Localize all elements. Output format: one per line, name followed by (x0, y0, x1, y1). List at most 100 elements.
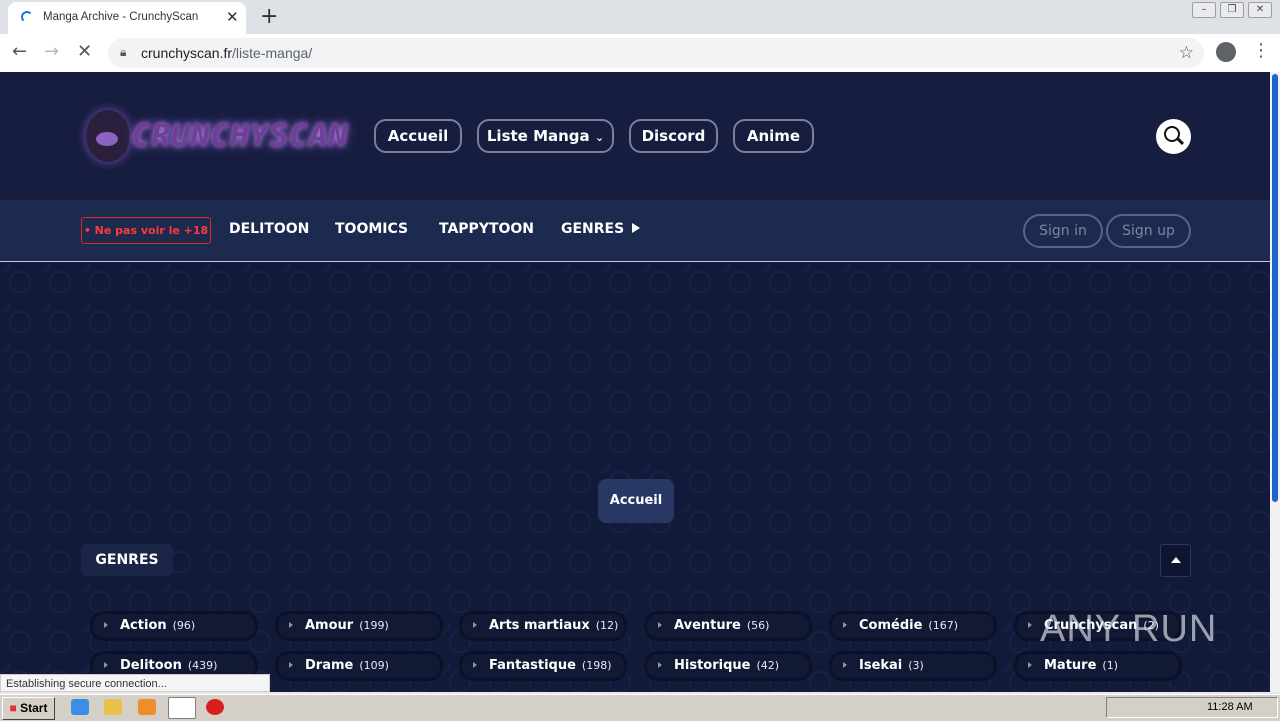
genre-name: Amour (305, 618, 354, 633)
genre-count: (109) (359, 659, 389, 672)
bookmark-star-icon[interactable]: ☆ (1179, 43, 1194, 63)
genre-item[interactable]: Aventure (56) (644, 611, 812, 641)
search-icon (1164, 126, 1180, 142)
subnav-delitoon[interactable]: DELITOON (229, 221, 309, 237)
genre-name: Mature (1044, 658, 1097, 673)
url-text[interactable]: crunchyscan.fr/liste-manga/ (141, 45, 312, 61)
clock: 11:28 AM (1207, 701, 1253, 713)
genre-item[interactable]: Mature (1) (1014, 651, 1182, 681)
caret-right-icon (658, 662, 662, 668)
genre-item[interactable]: Isekai (3) (829, 651, 997, 681)
caret-right-icon (1028, 622, 1032, 628)
browser-tab-bar: Manga Archive - CrunchyScan ✕ + – ❐ ✕ (0, 0, 1280, 34)
nav-anime[interactable]: Anime (733, 119, 814, 153)
caret-right-icon (104, 622, 108, 628)
address-bar[interactable]: 🔒︎ crunchyscan.fr/liste-manga/ ☆ (108, 38, 1204, 68)
nav-discord[interactable]: Discord (629, 119, 718, 153)
adult-warning-toggle[interactable]: • Ne pas voir le +18 (81, 217, 211, 244)
window-close-icon[interactable]: ✕ (1248, 2, 1272, 18)
scroll-to-top-button[interactable] (1160, 544, 1191, 577)
chevron-down-icon: ⌄ (594, 131, 605, 144)
subnav-genres[interactable]: GENRES (561, 221, 641, 237)
browser-menu-icon[interactable]: ⋮ (1252, 40, 1270, 61)
browser-toolbar: ← → ✕ 🔒︎ crunchyscan.fr/liste-manga/ ☆ ⋮ (0, 34, 1280, 73)
genre-count: (96) (172, 619, 196, 632)
profile-icon[interactable] (1216, 42, 1236, 62)
minimize-icon[interactable]: – (1192, 2, 1216, 18)
restore-icon[interactable]: ❐ (1220, 2, 1244, 18)
play-arrow-icon (632, 223, 641, 233)
site-logo[interactable]: CRUNCHYSCAN (84, 108, 347, 168)
page-scrollbar[interactable] (1270, 72, 1280, 692)
caret-right-icon (843, 662, 847, 668)
caret-right-icon (1028, 662, 1032, 668)
secondary-nav: • Ne pas voir le +18 DELITOON TOOMICS TA… (0, 200, 1270, 262)
logo-mascot-icon (86, 110, 130, 162)
search-button[interactable] (1156, 119, 1191, 154)
genre-count: (42) (756, 659, 780, 672)
tab-title: Manga Archive - CrunchyScan (43, 11, 199, 23)
ie-icon[interactable] (71, 699, 89, 715)
breadcrumb[interactable]: Accueil (598, 479, 674, 523)
genre-name: Fantastique (489, 658, 576, 673)
caret-right-icon (658, 622, 662, 628)
url-path: /liste-manga/ (232, 45, 313, 61)
new-tab-icon[interactable]: + (260, 4, 278, 29)
browser-tab[interactable]: Manga Archive - CrunchyScan ✕ (8, 2, 246, 34)
genre-count: (56) (746, 619, 770, 632)
caret-right-icon (843, 622, 847, 628)
forward-icon[interactable]: → (44, 41, 59, 62)
genre-item[interactable]: Comédie (167) (829, 611, 997, 641)
close-tab-icon[interactable]: ✕ (226, 8, 239, 26)
nav-liste-manga-label: Liste Manga (486, 127, 590, 145)
genre-count: (439) (187, 659, 218, 672)
start-button[interactable]: ■ Start (2, 697, 55, 720)
genre-name: Aventure (674, 618, 741, 633)
window-controls: – ❐ ✕ (1192, 2, 1272, 18)
site-header: CRUNCHYSCAN Accueil Liste Manga ⌄ Discor… (0, 72, 1270, 200)
system-tray: 11:28 AM (1106, 697, 1278, 718)
genre-name: Comédie (859, 618, 923, 633)
loading-spinner-icon (21, 11, 33, 23)
genre-count: (198) (581, 659, 612, 672)
genre-count: (199) (359, 619, 389, 632)
caret-right-icon (289, 662, 293, 668)
nav-liste-manga[interactable]: Liste Manga ⌄ (477, 119, 614, 153)
genre-name: Action (120, 618, 167, 633)
logo-text: CRUNCHYSCAN (132, 118, 349, 154)
stop-loading-icon[interactable]: ✕ (77, 41, 92, 62)
genre-item[interactable]: Historique (42) (644, 651, 812, 681)
genre-count: (167) (928, 619, 959, 632)
chrome-taskbar-button[interactable] (168, 697, 196, 719)
nav-accueil[interactable]: Accueil (374, 119, 462, 153)
back-icon[interactable]: ← (12, 41, 27, 62)
caret-right-icon (473, 622, 477, 628)
genre-name: Isekai (859, 658, 903, 673)
genre-item[interactable]: Fantastique (198) (459, 651, 627, 681)
browser-status-bar: Establishing secure connection... (0, 674, 270, 692)
sign-in-button[interactable]: Sign in (1023, 214, 1103, 248)
scrollbar-thumb[interactable] (1272, 74, 1278, 502)
genre-item[interactable]: Drame (109) (275, 651, 443, 681)
url-host: crunchyscan.fr (141, 45, 233, 61)
genre-name: Historique (674, 658, 751, 673)
caret-right-icon (473, 662, 477, 668)
media-player-icon[interactable] (138, 699, 156, 715)
start-label: Start (20, 701, 48, 715)
genre-item[interactable]: Amour (199) (275, 611, 443, 641)
page-content: CRUNCHYSCAN Accueil Liste Manga ⌄ Discor… (0, 72, 1270, 692)
caret-right-icon (289, 622, 293, 628)
subnav-toomics[interactable]: TOOMICS (335, 221, 408, 237)
genre-item[interactable]: Action (96) (90, 611, 258, 641)
genre-name: Delitoon (120, 658, 182, 673)
genre-name: Arts martiaux (489, 618, 590, 633)
subnav-tappytoon[interactable]: TAPPYTOON (439, 221, 534, 237)
windows-logo-icon: ■ (9, 701, 17, 715)
folder-icon[interactable] (104, 699, 122, 715)
lock-icon[interactable]: 🔒︎ (120, 45, 126, 60)
genre-count: (3) (908, 659, 924, 672)
genres-heading: GENRES (81, 544, 173, 576)
opera-icon[interactable] (206, 699, 224, 715)
genre-item[interactable]: Arts martiaux (12) (459, 611, 627, 641)
sign-up-button[interactable]: Sign up (1106, 214, 1191, 248)
